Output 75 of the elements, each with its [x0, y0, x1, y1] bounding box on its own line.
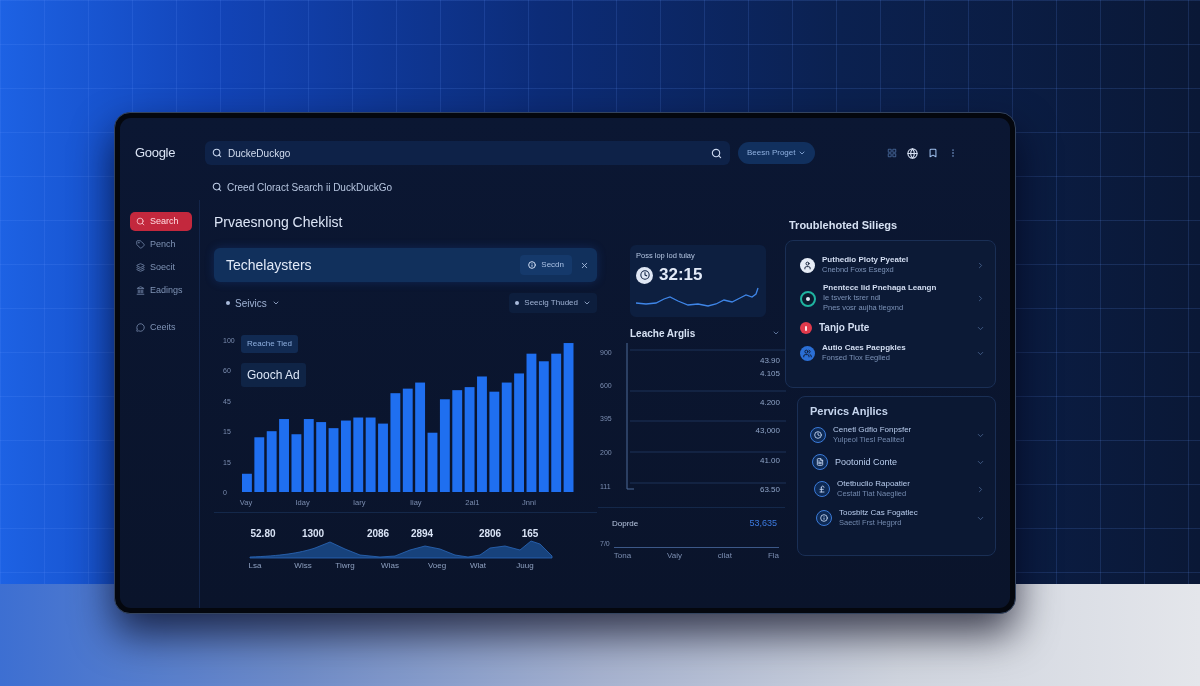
panel-title: Leache Arglis	[630, 326, 696, 341]
pound-icon	[814, 481, 830, 497]
chevron-right-icon[interactable]	[976, 484, 985, 494]
project-pill[interactable]: Beesn Proget	[738, 142, 816, 164]
item-title: Tanjo Pute	[819, 321, 871, 335]
summary-label: Doprde	[612, 517, 639, 530]
x-axis-label: Tona	[613, 549, 632, 562]
chevron-down-icon	[583, 299, 591, 307]
search-icon	[212, 182, 222, 192]
chevron-right-icon[interactable]	[976, 293, 985, 303]
item-title: Toosbltz Cas Fogatlec	[839, 508, 919, 518]
search-icon	[136, 217, 145, 226]
x-axis-label: Fla	[767, 549, 779, 562]
value-label: 4.200	[759, 398, 780, 407]
info-icon	[528, 261, 537, 269]
clock-icon	[810, 427, 826, 443]
value-label: 1300	[301, 528, 325, 539]
bookmark-icon[interactable]	[928, 148, 938, 158]
sidebar-item[interactable]: Pench	[130, 235, 192, 254]
clock-icon	[636, 266, 653, 284]
value-label: 2086	[366, 528, 390, 539]
item-title: Pnentece lid Pnehaga Leangn	[823, 283, 938, 293]
x-axis-label: Wlat	[470, 561, 486, 570]
sidebar-item[interactable]: Eadings	[130, 281, 192, 300]
summary-value: 53,635	[749, 517, 777, 530]
x-axis-label: Tiwrg	[335, 561, 355, 570]
chevron-down-icon[interactable]	[772, 329, 780, 337]
item-title: Pootonid Conte	[835, 455, 899, 469]
tag-icon	[136, 240, 145, 249]
page-title: Prvaesnong Cheklist	[214, 213, 344, 232]
layers-icon	[136, 263, 145, 272]
chevron-down-icon	[271, 299, 280, 307]
sidebar-item[interactable]: Soecit	[130, 258, 192, 277]
search-icon	[212, 148, 222, 158]
x-axis-label: Juug	[516, 561, 534, 570]
value-label: 43,000	[755, 426, 780, 435]
panel-title: Troublehoted Siliegs	[788, 218, 899, 233]
sidebar-item[interactable]: Search	[130, 212, 192, 231]
value-label: 4.105	[759, 369, 780, 378]
grid-icon[interactable]	[887, 148, 897, 158]
globe-icon[interactable]	[907, 147, 918, 159]
info-icon	[816, 510, 832, 526]
x-axis-label: Vaiy	[666, 549, 682, 562]
search-icon[interactable]	[711, 147, 722, 159]
x-axis-label: Wias	[381, 561, 399, 570]
search-button[interactable]: Secdn	[520, 255, 572, 275]
filter-dropdown[interactable]: Seecig Thuded	[509, 293, 597, 313]
value-label: 63.50	[759, 485, 780, 494]
value-label: 43.90	[759, 356, 780, 365]
x-axis-label: Lsa	[248, 561, 262, 570]
item-title: Autio Caes Paepgkles	[822, 343, 907, 353]
value-label: 41.00	[759, 456, 780, 465]
stat-value: 32:15	[659, 265, 703, 285]
logo[interactable]: Google	[135, 143, 205, 163]
value-label: 2894	[410, 528, 434, 539]
item-title: Otetbuclio Rapoatier	[837, 479, 911, 489]
chevron-down-icon	[798, 149, 807, 157]
value-label: 2806	[478, 528, 502, 539]
filter-dropdown[interactable]: Seivics	[214, 293, 284, 313]
value-label: 52.80	[250, 528, 276, 539]
close-icon[interactable]	[580, 260, 589, 270]
document-icon	[812, 454, 828, 470]
search-field[interactable]: DuckeDuckgo	[205, 141, 730, 165]
chat-icon	[136, 323, 145, 332]
item-title: Puthedio Ploty Pyeatel	[822, 255, 910, 265]
sidebar-item[interactable]: Ceeits	[130, 318, 192, 337]
value-label: 165	[521, 528, 539, 539]
item-title: Cenetl Gdfio Fonpsfer	[833, 425, 913, 435]
bank-icon	[136, 286, 145, 295]
panel-title: Pervics Anjlics	[810, 404, 889, 419]
x-axis-label: cllat	[717, 549, 732, 562]
x-axis-label: Voeg	[427, 561, 447, 570]
x-axis-label: Wiss	[294, 561, 312, 570]
chevron-right-icon[interactable]	[976, 260, 985, 270]
search-suggestion[interactable]: Creed Cloract Search ii DuckDuckGo	[212, 179, 393, 195]
